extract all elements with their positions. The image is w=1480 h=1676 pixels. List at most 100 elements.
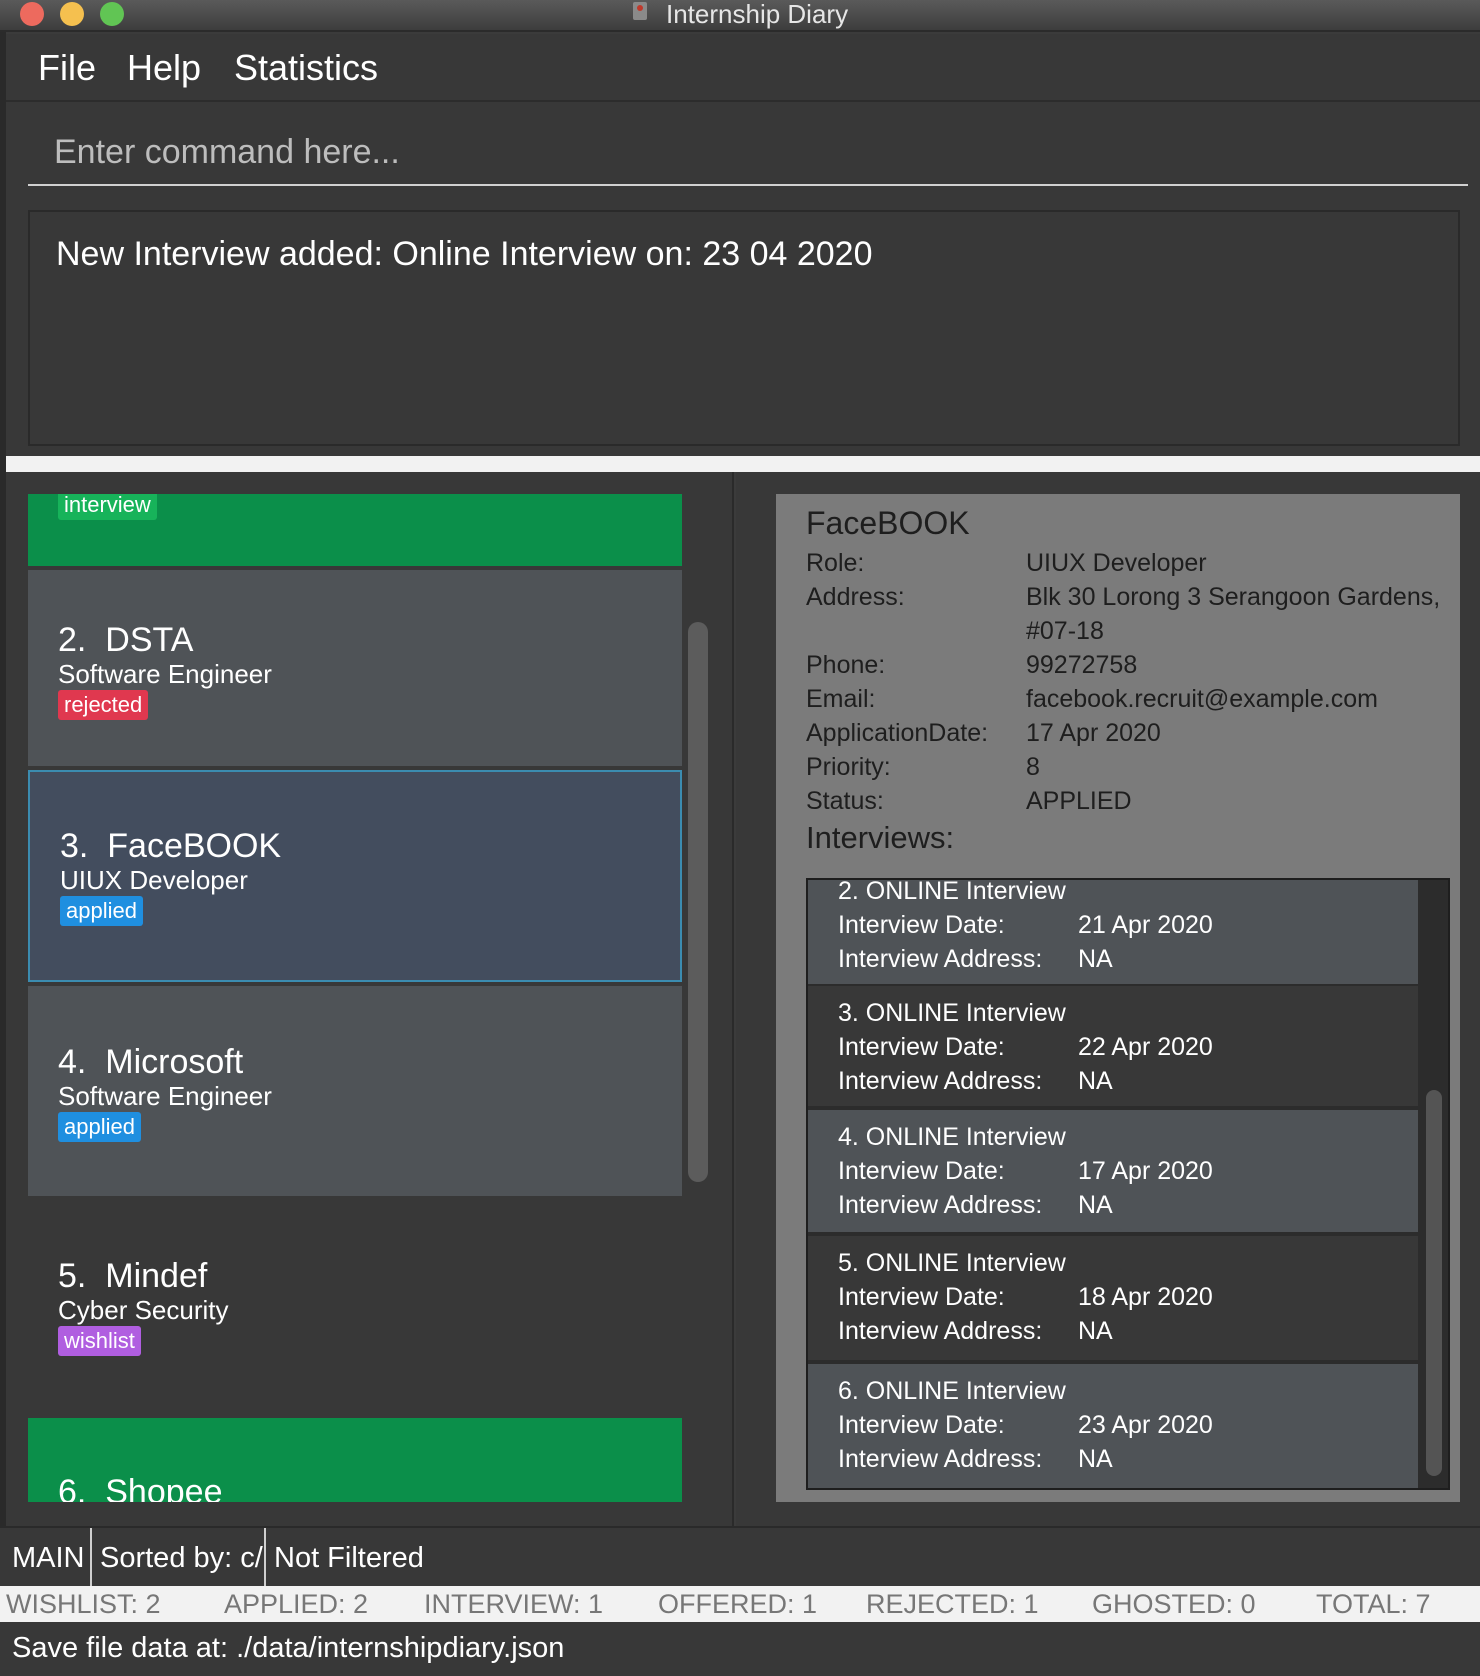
card-title: 3. FaceBOOK	[60, 827, 282, 865]
internship-list[interactable]: interview 2. DSTA Software Engineer reje…	[28, 494, 682, 1502]
interview-date-label: Interview Date:	[838, 1157, 1005, 1185]
menu-bar: File Help Statistics	[6, 34, 1480, 102]
interview-list-scrollbar[interactable]	[1426, 1090, 1442, 1476]
status-view: MAIN	[12, 1542, 85, 1574]
status-filter: Not Filtered	[274, 1542, 424, 1574]
address-label: Address:	[806, 583, 905, 611]
split-divider[interactable]	[6, 456, 1480, 472]
stat-ghosted: GHOSTED: 0	[1092, 1589, 1256, 1619]
close-window-button[interactable]	[20, 2, 44, 26]
interview-item[interactable]: 3. ONLINE Interview Interview Date: 22 A…	[808, 986, 1418, 1106]
phone-label: Phone:	[806, 651, 886, 679]
interview-item[interactable]: 6. ONLINE Interview Interview Date: 23 A…	[808, 1364, 1418, 1488]
statistics-bar: WISHLIST: 2 APPLIED: 2 INTERVIEW: 1 OFFE…	[0, 1586, 1480, 1622]
card-role: Cyber Security	[58, 1295, 229, 1325]
status-tag: interview	[58, 494, 157, 520]
status-value: APPLIED	[1026, 787, 1132, 815]
list-item[interactable]: 5. Mindef Cyber Security wishlist	[28, 1200, 682, 1414]
interview-address-label: Interview Address:	[838, 1445, 1043, 1473]
interview-date-value: 17 Apr 2020	[1078, 1157, 1213, 1185]
interview-title: 5. ONLINE Interview	[838, 1249, 1066, 1277]
status-tag: applied	[60, 896, 143, 926]
priority-value: 8	[1026, 753, 1040, 781]
minimize-window-button[interactable]	[60, 2, 84, 26]
interview-address-label: Interview Address:	[838, 1191, 1043, 1219]
role-label: Role:	[806, 549, 865, 577]
result-area: New Interview added: Online Interview on…	[6, 192, 1480, 456]
stat-wishlist: WISHLIST: 2	[6, 1589, 161, 1619]
menu-help[interactable]: Help	[127, 46, 201, 90]
email-label: Email:	[806, 685, 876, 713]
stat-interview: INTERVIEW: 1	[424, 1589, 604, 1619]
stat-applied: APPLIED: 2	[224, 1589, 369, 1619]
phone-value: 99272758	[1026, 651, 1138, 679]
email-value: facebook.recruit@example.com	[1026, 685, 1378, 713]
stat-total: TOTAL: 7	[1316, 1589, 1431, 1619]
interview-list[interactable]: 2. ONLINE Interview Interview Date: 21 A…	[806, 878, 1450, 1490]
interview-item[interactable]: 4. ONLINE Interview Interview Date: 17 A…	[808, 1110, 1418, 1232]
interview-title: 6. ONLINE Interview	[838, 1377, 1066, 1405]
card-title: 2. DSTA	[58, 621, 194, 659]
save-path: Save file data at: ./data/internshipdiar…	[12, 1632, 565, 1664]
address-value: Blk 30 Lorong 3 Serangoon Gardens,	[1026, 583, 1441, 611]
interview-date-value: 18 Apr 2020	[1078, 1283, 1213, 1311]
card-role: Software Engineer	[58, 659, 272, 689]
internship-detail: FaceBOOK Role: UIUX Developer Address: B…	[776, 494, 1460, 1502]
interview-address-label: Interview Address:	[838, 1067, 1043, 1095]
interview-address-label: Interview Address:	[838, 945, 1043, 973]
role-value: UIUX Developer	[1026, 549, 1207, 577]
card-title: 6. Shopee	[58, 1473, 223, 1502]
window-title: Internship Diary	[666, 0, 849, 29]
command-input[interactable]	[28, 120, 1468, 186]
interview-address-value: NA	[1078, 945, 1113, 973]
interview-date-label: Interview Date:	[838, 1283, 1005, 1311]
command-area	[6, 102, 1480, 192]
list-scrollbar[interactable]	[688, 622, 708, 1182]
stat-offered: OFFERED: 1	[658, 1589, 818, 1619]
interview-title: 4. ONLINE Interview	[838, 1123, 1066, 1151]
list-item[interactable]: 4. Microsoft Software Engineer applied	[28, 986, 682, 1196]
app-icon	[633, 2, 647, 20]
card-title: 4. Microsoft	[58, 1043, 244, 1081]
card-title: 5. Mindef	[58, 1257, 208, 1295]
detail-company: FaceBOOK	[806, 505, 970, 541]
card-role: UIUX Developer	[60, 865, 248, 895]
interview-date-label: Interview Date:	[838, 911, 1005, 939]
status-sort: Sorted by: c/	[100, 1542, 263, 1574]
card-role: Software Engineer	[58, 1081, 272, 1111]
address-value-line2: #07-18	[1026, 617, 1104, 645]
interview-address-value: NA	[1078, 1445, 1113, 1473]
interview-address-value: NA	[1078, 1191, 1113, 1219]
status-tag: rejected	[58, 690, 149, 720]
menu-statistics[interactable]: Statistics	[234, 46, 378, 90]
interview-item[interactable]: 2. ONLINE Interview Interview Date: 21 A…	[808, 878, 1418, 984]
status-bar: MAIN Sorted by: c/ Not Filtered	[0, 1526, 1480, 1588]
interview-date-value: 23 Apr 2020	[1078, 1411, 1213, 1439]
interview-date-label: Interview Date:	[838, 1033, 1005, 1061]
priority-label: Priority:	[806, 753, 891, 781]
maximize-window-button[interactable]	[100, 2, 124, 26]
menu-file[interactable]: File	[38, 46, 96, 90]
interview-address-label: Interview Address:	[838, 1317, 1043, 1345]
list-item-partial-bottom[interactable]: 6. Shopee	[28, 1418, 682, 1502]
interview-address-value: NA	[1078, 1067, 1113, 1095]
list-item-partial-top[interactable]: interview	[28, 494, 682, 566]
list-item-selected[interactable]: 3. FaceBOOK UIUX Developer applied	[28, 770, 682, 982]
detail-pane: FaceBOOK Role: UIUX Developer Address: B…	[736, 472, 1480, 1526]
stat-rejected: REJECTED: 1	[866, 1589, 1039, 1619]
application-date-label: ApplicationDate:	[806, 719, 989, 747]
interviews-heading: Interviews:	[806, 820, 955, 855]
interview-title: 3. ONLINE Interview	[838, 999, 1066, 1027]
status-tag: applied	[58, 1112, 141, 1142]
interview-item[interactable]: 5. ONLINE Interview Interview Date: 18 A…	[808, 1236, 1418, 1360]
interview-title: 2. ONLINE Interview	[838, 878, 1066, 905]
internship-list-pane: interview 2. DSTA Software Engineer reje…	[6, 472, 734, 1526]
interview-date-value: 21 Apr 2020	[1078, 911, 1213, 939]
interview-date-value: 22 Apr 2020	[1078, 1033, 1213, 1061]
interview-date-label: Interview Date:	[838, 1411, 1005, 1439]
save-location-bar: Save file data at: ./data/internshipdiar…	[0, 1622, 1480, 1676]
status-label: Status:	[806, 787, 884, 815]
status-tag: wishlist	[58, 1326, 141, 1356]
list-item[interactable]: 2. DSTA Software Engineer rejected	[28, 570, 682, 766]
title-bar: Internship Diary	[0, 0, 1480, 32]
